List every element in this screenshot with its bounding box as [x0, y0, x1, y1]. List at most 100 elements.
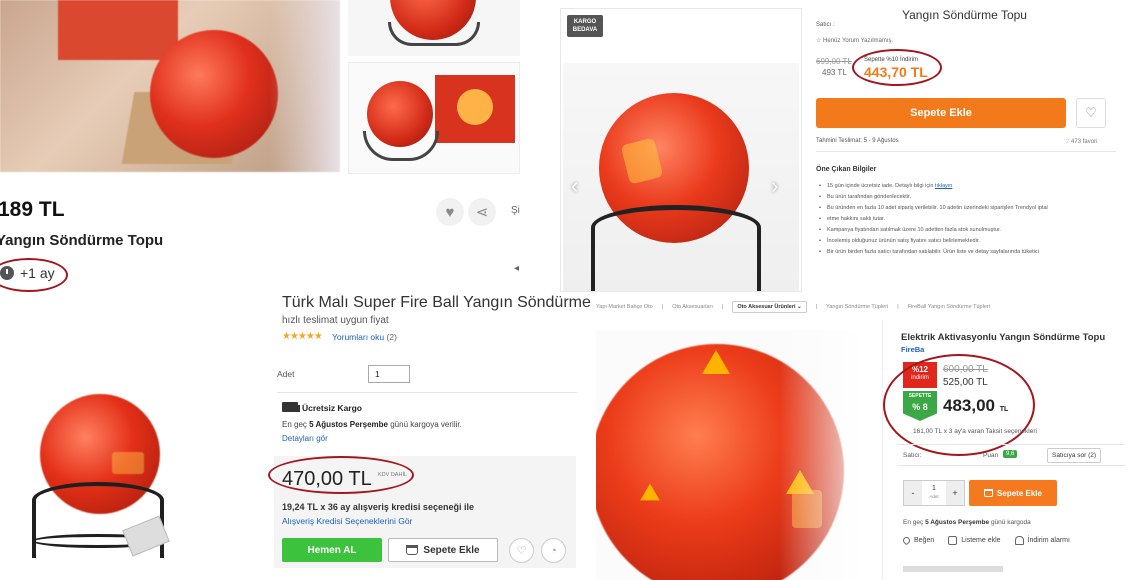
quantity-input[interactable]: 1 [368, 365, 410, 383]
points-label: Puan [983, 452, 999, 459]
product-subtitle: hızlı teslimat uygun fiyat [282, 315, 389, 326]
highlight-oval [268, 456, 414, 494]
rating-stars: ★★★★★ [282, 331, 323, 342]
add-to-cart-button[interactable]: Sepete Ekle [969, 480, 1057, 506]
product-image[interactable] [596, 330, 858, 580]
alarm-button[interactable]: ◔ [541, 538, 566, 563]
gallery-next-icon[interactable]: › [771, 173, 778, 199]
product-info: Elektrik Aktivasyonlu Yangın Söndürme To… [882, 320, 1130, 580]
favorite-button[interactable]: ♡ [1076, 98, 1106, 128]
decrement-button[interactable]: - [904, 481, 922, 505]
installment-info: 19,24 TL x 36 ay alışveriş kredisi seçen… [282, 502, 474, 512]
product-title: Elektrik Aktivasyonlu Yangın Söndürme To… [901, 332, 1106, 343]
breadcrumb-item[interactable]: Yangın Söndürme Tüpleri [826, 304, 888, 310]
installment-info[interactable]: 161,00 TL x 3 ay'a varan Taksit seçenekl… [913, 428, 1037, 435]
installment-link[interactable]: Alışveriş Kredisi Seçeneklerini Gör [282, 516, 412, 526]
product-image[interactable] [563, 63, 799, 291]
estimated-delivery: Tahmini Teslimat: 5 - 9 Ağustos [816, 138, 899, 144]
list-item: 15 gün içinde ücretsiz iade. Detaylı bil… [818, 183, 1118, 189]
product-title: Yangın Söndürme Topu [902, 8, 1027, 22]
bell-icon [1014, 536, 1024, 545]
favorite-button[interactable]: ♡ [509, 538, 534, 563]
delivery-info: En geç 5 Ağustos Perşembe günü kargoya v… [282, 420, 462, 429]
seller-score: 9,6 [1003, 450, 1018, 458]
favorite-count: ♡ 473 favori [1064, 139, 1098, 145]
listing-panel-c: Türk Malı Super Fire Ball Yangın Söndürm… [0, 292, 592, 580]
details-link[interactable]: tıklayın [935, 183, 952, 189]
share-icon: ⋖ [475, 204, 489, 221]
product-info: Yangın Söndürme Topu Satıcı : ☆ Henüz Yo… [814, 0, 1130, 292]
old-price: 699,00 TL [816, 57, 852, 66]
reviews-link[interactable]: Yorumları oku (2) [332, 332, 397, 342]
brand-link[interactable]: FireBa [901, 345, 924, 354]
cart-icon [406, 545, 419, 555]
breadcrumb-item[interactable]: FireBall Yangın Söndürme Tüpleri [908, 304, 990, 310]
bell-icon: ◔ [550, 544, 557, 557]
fire-ball [150, 30, 278, 158]
breadcrumb-select[interactable]: Oto Aksesuar Ürünleri ⌄ [732, 301, 807, 313]
listing-panel-a: 189 TL Yangın Söndürme Topu +1 ay ♥ ⋖ Şi… [0, 0, 548, 292]
truck-icon [282, 402, 300, 412]
product-title: Yangın Söndürme Topu [0, 232, 164, 249]
heart-icon: ♥ [445, 203, 455, 221]
list-item: Kampanya fiyatından satılmak üzere 10 ad… [818, 227, 1118, 233]
quantity-stepper: - 1 Adet + [903, 480, 965, 506]
cart-icon [984, 489, 994, 497]
delivery-info: En geç 5 Ağustos Perşembe günü kargoda [903, 519, 1031, 526]
add-to-cart-button[interactable]: Sepete Ekle [388, 538, 498, 562]
list-item: etme hakkını saklı tutar. [818, 216, 1118, 222]
seller-label: Satıcı : [816, 22, 835, 28]
divider [277, 392, 577, 393]
bookmark-icon [948, 536, 958, 545]
details-link[interactable]: Detayları gör [282, 434, 328, 443]
add-to-cart-button[interactable]: Sepete Ekle [816, 98, 1066, 128]
product-title: Türk Malı Super Fire Ball Yangın Söndürm… [282, 294, 592, 311]
arrow-icon[interactable]: ◂ [514, 263, 519, 274]
add-to-list-button[interactable]: Listeme ekle [948, 536, 1001, 545]
current-price: 493 TL [822, 68, 847, 77]
like-button[interactable]: Beğen [901, 535, 934, 546]
product-thumbnail-2[interactable] [348, 62, 520, 174]
list-item: Bu ürün tarafından gönderilecektir. [818, 194, 1118, 200]
list-item: İncelemiş olduğunuz ürünün satış fiyatın… [818, 238, 1118, 244]
buy-now-button[interactable]: Hemen AL [282, 538, 382, 562]
gallery-prev-icon[interactable]: ‹ [571, 173, 578, 199]
features-list: 15 gün içinde ücretsiz iade. Detaylı bil… [818, 183, 1118, 260]
product-image[interactable] [24, 364, 184, 564]
quantity-label: Adet [277, 369, 295, 379]
divider [903, 566, 1003, 572]
product-image-main[interactable] [0, 0, 340, 172]
highlight-oval [0, 258, 68, 292]
free-shipping-badge: KARGO BEDAVA [567, 15, 603, 37]
ask-seller-button[interactable]: Satıcıya sor (2) [1047, 448, 1102, 463]
heart-icon [901, 535, 912, 546]
share-button[interactable]: ⋖ [468, 198, 496, 226]
product-price: 189 TL [0, 198, 65, 221]
list-item: Bir ürün birden fazla satıcı tarafından … [818, 249, 1118, 255]
breadcrumb: Yapı Market Bahçe Oto | Oto Aksesuarları… [596, 300, 1130, 314]
heart-icon: ♡ [516, 545, 527, 557]
favorite-button[interactable]: ♥ [436, 198, 464, 226]
seller-row: Satıcı: Puan 9,6 Satıcıya sor (2) [897, 444, 1125, 466]
breadcrumb-item[interactable]: Yapı Market Bahçe Oto [596, 304, 653, 310]
product-thumbnail-1[interactable] [348, 0, 520, 56]
more-label: Şi [511, 205, 520, 216]
seller-label: Satıcı: [903, 452, 922, 459]
listing-panel-b: KARGO BEDAVA ‹ › Yangın Söndürme Topu Sa… [552, 0, 1130, 292]
divider [816, 151, 1116, 152]
collage: 189 TL Yangın Söndürme Topu +1 ay ♥ ⋖ Şi… [0, 0, 1130, 580]
ball-stand [591, 205, 761, 291]
list-item: Bu üründen en fazla 10 adet sipariş veri… [818, 205, 1118, 211]
review-status[interactable]: ☆ Henüz Yorum Yazılmamış. [816, 37, 893, 44]
breadcrumb-item[interactable]: Oto Aksesuarları [672, 304, 713, 310]
quantity-value[interactable]: 1 Adet [922, 485, 946, 501]
features-title: Öne Çıkan Bilgiler [816, 166, 877, 173]
price-alarm-button[interactable]: İndirim alarmı [1014, 536, 1070, 545]
listing-panel-d: Yapı Market Bahçe Oto | Oto Aksesuarları… [592, 292, 1130, 580]
free-shipping-label: Ücretsiz Kargo [302, 403, 362, 413]
product-gallery: KARGO BEDAVA ‹ › [560, 8, 802, 292]
increment-button[interactable]: + [946, 481, 964, 505]
heart-icon: ♡ [1085, 105, 1097, 120]
highlight-oval [883, 354, 1035, 456]
action-row: Beğen Listeme ekle İndirim alarmı [901, 535, 1130, 546]
